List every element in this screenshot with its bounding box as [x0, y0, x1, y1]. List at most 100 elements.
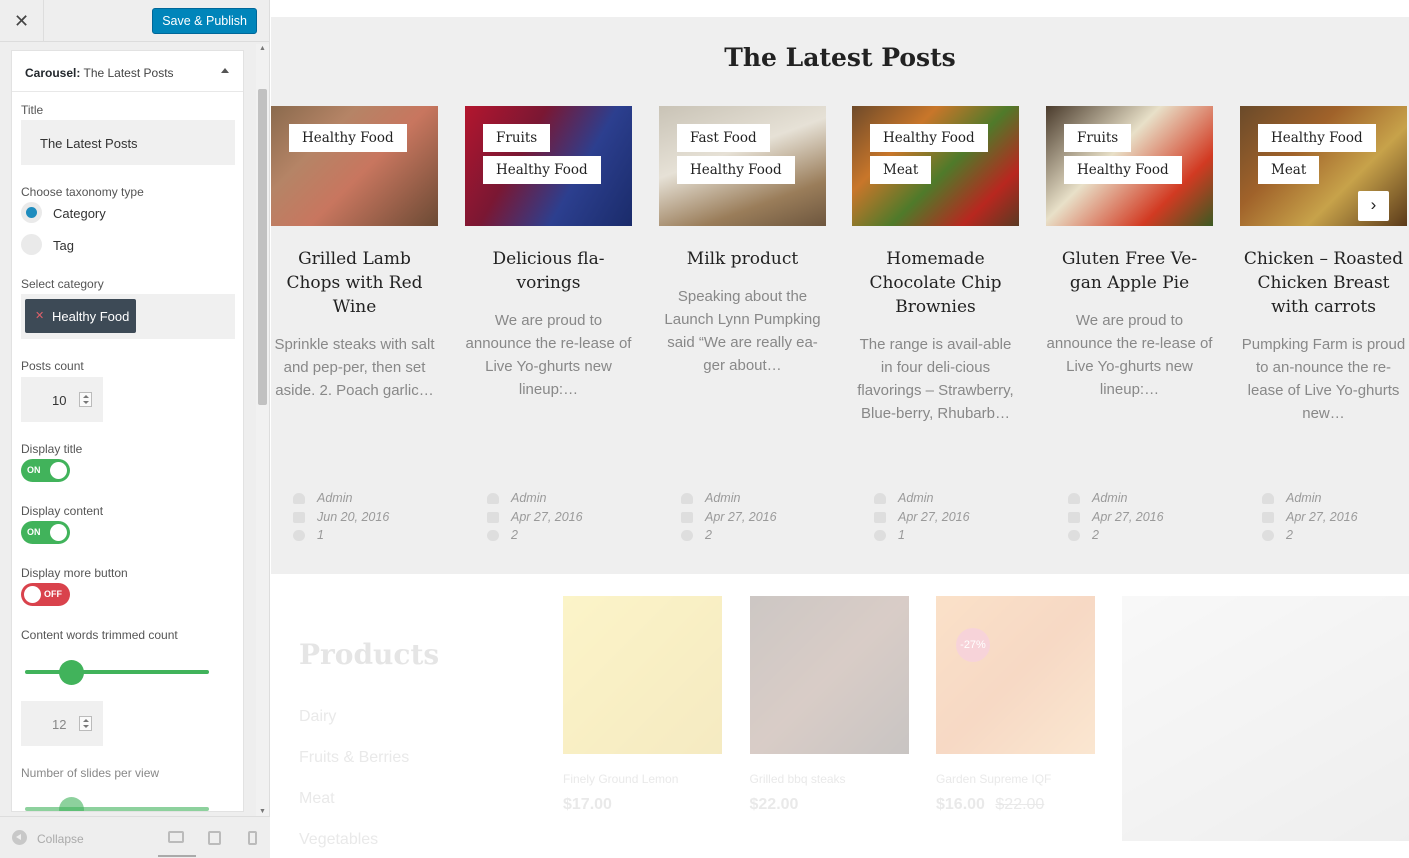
chevron-right-icon: ›	[1370, 195, 1377, 214]
post-title[interactable]: Delicious fla-vorings	[465, 247, 632, 295]
posts-count-input[interactable]: 10	[21, 377, 103, 422]
post-title[interactable]: Milk product	[659, 247, 826, 271]
post-author[interactable]: Admin	[705, 491, 740, 505]
post-tag[interactable]: Healthy Food	[483, 156, 601, 184]
post-tag[interactable]: Healthy Food	[870, 124, 988, 152]
calendar-icon	[487, 511, 499, 523]
save-publish-button[interactable]: Save & Publish	[152, 8, 257, 34]
product-category[interactable]: Vegetables	[299, 831, 378, 849]
category-chip: ✕ Healthy Food	[25, 299, 136, 333]
post-tag[interactable]: Healthy Food	[1064, 156, 1182, 184]
post-date: Apr 27, 2016	[1092, 509, 1164, 524]
product-image[interactable]	[749, 596, 909, 754]
mobile-icon[interactable]	[248, 831, 257, 845]
scroll-down-icon[interactable]: ▼	[259, 808, 266, 815]
tablet-icon[interactable]	[208, 831, 221, 845]
collapse-icon[interactable]	[12, 830, 27, 845]
post-tag[interactable]: Meat	[870, 156, 932, 184]
post-meta: Admin Apr 27, 2016 2	[1260, 491, 1407, 547]
post-date: Apr 27, 2016	[898, 509, 970, 524]
category-select[interactable]: ✕ Healthy Food	[21, 294, 235, 339]
display-more-toggle[interactable]: OFF	[21, 583, 70, 606]
display-title-label: Display title	[21, 442, 83, 456]
toggle-knob	[24, 586, 41, 603]
scroll-up-icon[interactable]: ▲	[259, 45, 266, 52]
product-name[interactable]: Garden Supreme IQF	[936, 772, 1095, 786]
slides-slider-track[interactable]	[25, 807, 209, 811]
product-name[interactable]: Grilled bbq steaks	[750, 772, 909, 786]
post-comments[interactable]: 2	[511, 528, 518, 542]
section-header[interactable]: Carousel: The Latest Posts	[12, 51, 243, 92]
sidebar-scrollbar[interactable]: ▲ ▼	[256, 44, 269, 816]
close-button[interactable]: ✕	[0, 0, 44, 42]
product-name[interactable]: Finely Ground Lemon	[563, 772, 722, 786]
product-category[interactable]: Dairy	[299, 708, 336, 726]
product-card[interactable]: -27% Garden Supreme IQF $16.00 $22.00	[936, 596, 1095, 814]
collapse-label[interactable]: Collapse	[37, 832, 84, 846]
radio-category[interactable]	[21, 202, 42, 223]
trim-count-value: 12	[52, 717, 67, 732]
post-image[interactable]: Fruits Healthy Food	[1046, 106, 1213, 226]
featured-product-image	[1122, 596, 1409, 841]
product-card[interactable]: Finely Ground Lemon $17.00	[563, 596, 722, 814]
calendar-icon	[293, 511, 305, 523]
post-author[interactable]: Admin	[317, 491, 352, 505]
post-author[interactable]: Admin	[1286, 491, 1321, 505]
post-tag[interactable]: Healthy Food	[677, 156, 795, 184]
post-comments[interactable]: 1	[898, 528, 905, 542]
post-image[interactable]: Fast Food Healthy Food	[659, 106, 826, 226]
post-tag[interactable]: Fruits	[483, 124, 551, 152]
post-image[interactable]: Healthy Food Meat	[852, 106, 1019, 226]
post-comments[interactable]: 1	[317, 528, 324, 542]
post-title[interactable]: Homemade Chocolate Chip Brownies	[852, 247, 1019, 319]
post-excerpt: Sprinkle steaks with salt and pep-per, t…	[274, 336, 435, 399]
post-tag[interactable]: Healthy Food	[289, 124, 407, 152]
calendar-icon	[681, 511, 693, 523]
post-comments[interactable]: 2	[1286, 528, 1293, 542]
post-excerpt: Speaking about the Launch Lynn Pumpking …	[664, 288, 821, 374]
scrollbar-thumb[interactable]	[258, 89, 267, 405]
trim-slider-track[interactable]	[25, 670, 209, 674]
sidebar-footer: Collapse	[0, 816, 270, 858]
title-input[interactable]: The Latest Posts	[21, 120, 235, 165]
product-image[interactable]: -27%	[936, 596, 1095, 754]
slides-per-view-label: Number of slides per view	[21, 766, 160, 780]
remove-chip-icon[interactable]: ✕	[35, 309, 44, 322]
carousel-next-button[interactable]: ›	[1358, 191, 1389, 221]
post-meta: Admin Apr 27, 2016 2	[679, 491, 826, 547]
post-comments[interactable]: 2	[1092, 528, 1099, 542]
product-card[interactable]: Grilled bbq steaks $22.00	[749, 596, 909, 814]
post-image[interactable]: Healthy Food	[271, 106, 438, 226]
post-comments[interactable]: 2	[705, 528, 712, 542]
post-author[interactable]: Admin	[1092, 491, 1127, 505]
post-tag[interactable]: Meat	[1258, 156, 1320, 184]
spinner-icon[interactable]	[79, 716, 92, 731]
product-image[interactable]	[563, 596, 722, 754]
trim-count-input[interactable]: 12	[21, 701, 103, 746]
slides-slider-handle[interactable]	[59, 797, 84, 811]
display-content-toggle[interactable]: ON	[21, 521, 70, 544]
post-tag[interactable]: Fast Food	[677, 124, 770, 152]
display-title-toggle[interactable]: ON	[21, 459, 70, 482]
post-date: Apr 27, 2016	[511, 509, 583, 524]
comment-icon	[1068, 530, 1080, 541]
post-image[interactable]: Fruits Healthy Food	[465, 106, 632, 226]
product-category[interactable]: Fruits & Berries	[299, 749, 409, 767]
user-icon	[293, 493, 305, 504]
post-author[interactable]: Admin	[511, 491, 546, 505]
radio-tag[interactable]	[21, 234, 42, 255]
device-active-indicator	[158, 855, 196, 857]
post-title[interactable]: Grilled Lamb Chops with Red Wine	[271, 247, 438, 319]
product-category[interactable]: Meat	[299, 790, 335, 808]
post-tag[interactable]: Fruits	[1064, 124, 1132, 152]
post-author[interactable]: Admin	[898, 491, 933, 505]
post-title[interactable]: Chicken – Roasted Chicken Breast with ca…	[1240, 247, 1407, 319]
post-tag[interactable]: Healthy Food	[1258, 124, 1376, 152]
trim-slider-handle[interactable]	[59, 660, 84, 685]
post-title[interactable]: Gluten Free Ve-gan Apple Pie	[1046, 247, 1213, 295]
collapse-caret-icon[interactable]	[221, 68, 229, 73]
products-section: Products Dairy Fruits & Berries Meat Veg…	[271, 574, 1409, 858]
toggle-state: ON	[27, 465, 41, 475]
desktop-icon[interactable]	[168, 831, 184, 843]
spinner-icon[interactable]	[79, 392, 92, 407]
